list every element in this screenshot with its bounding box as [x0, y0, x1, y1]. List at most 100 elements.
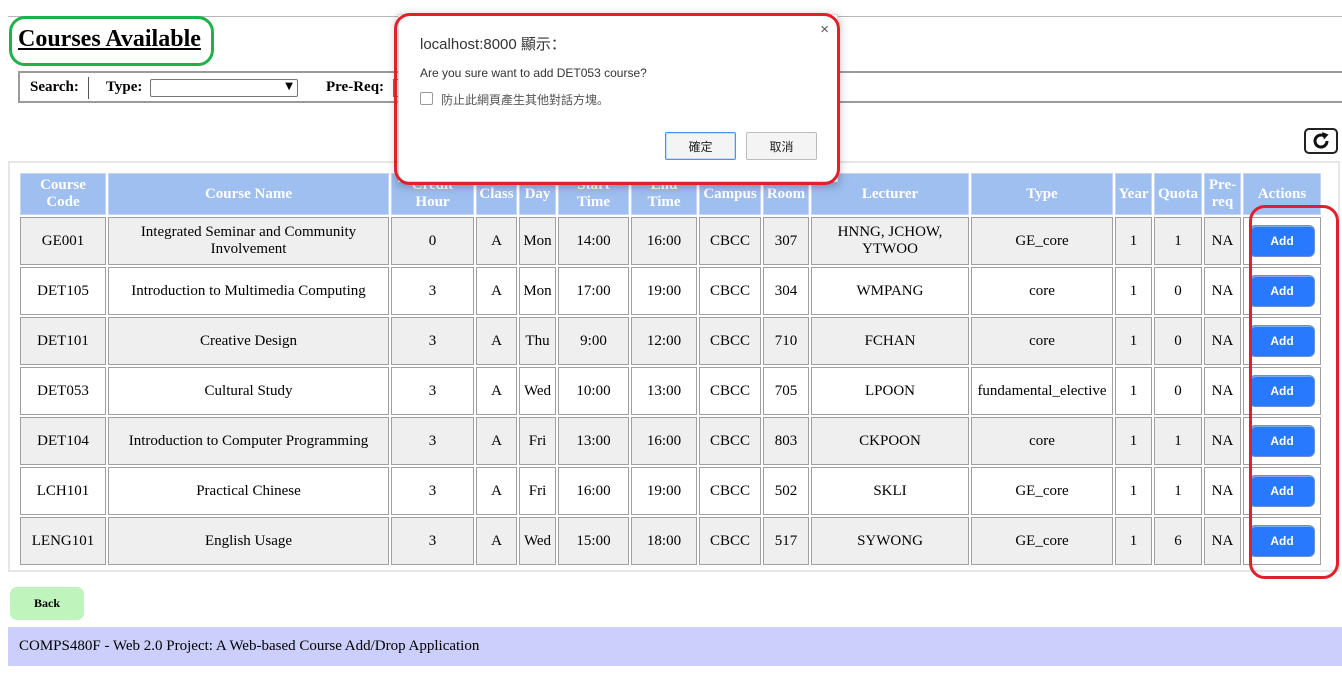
prereq-cell: NA	[1204, 367, 1241, 415]
lecturer-cell: CKPOON	[811, 417, 969, 465]
end-time-cell: 19:00	[631, 267, 697, 315]
quota-cell: 1	[1154, 217, 1202, 265]
start-time-cell: 10:00	[558, 367, 629, 415]
type-label: Type:	[106, 79, 143, 95]
footer: COMPS480F - Web 2.0 Project: A Web-based…	[8, 627, 1342, 666]
credit-hour-cell: 3	[391, 467, 474, 515]
type-select[interactable]: ▼	[150, 79, 298, 97]
add-course-button[interactable]: Add	[1250, 276, 1314, 306]
add-course-button[interactable]: Add	[1250, 376, 1314, 406]
quota-cell: 0	[1154, 267, 1202, 315]
column-header: Type	[971, 173, 1113, 215]
course-name-cell: Creative Design	[108, 317, 389, 365]
suppress-dialogs-checkbox[interactable]	[420, 92, 433, 105]
column-header: Actions	[1243, 173, 1321, 215]
column-header: Pre-req	[1204, 173, 1241, 215]
dialog-message: Are you sure want to add DET053 course?	[420, 66, 647, 80]
course-code-cell: DET104	[20, 417, 106, 465]
column-header: Course Name	[108, 173, 389, 215]
day-cell: Thu	[519, 317, 556, 365]
actions-cell: Add	[1243, 317, 1321, 365]
actions-cell: Add	[1243, 467, 1321, 515]
table-row: DET105 Introduction to Multimedia Computi…	[20, 267, 1321, 315]
year-cell: 1	[1115, 517, 1152, 565]
class-cell: A	[476, 217, 517, 265]
add-course-button[interactable]: Add	[1250, 326, 1314, 356]
room-cell: 710	[763, 317, 809, 365]
suppress-dialogs-label[interactable]: 防止此網頁產生其他對話方塊。	[441, 91, 609, 108]
prereq-cell: NA	[1204, 267, 1241, 315]
dialog-title: localhost:8000 顯示：	[420, 36, 566, 53]
ok-button[interactable]: 確定	[665, 132, 736, 160]
start-time-cell: 14:00	[558, 217, 629, 265]
course-code-cell: LENG101	[20, 517, 106, 565]
room-cell: 705	[763, 367, 809, 415]
year-cell: 1	[1115, 467, 1152, 515]
year-cell: 1	[1115, 367, 1152, 415]
back-button[interactable]: Back	[10, 587, 84, 620]
course-name-cell: Practical Chinese	[108, 467, 389, 515]
end-time-cell: 18:00	[631, 517, 697, 565]
credit-hour-cell: 3	[391, 517, 474, 565]
start-time-cell: 13:00	[558, 417, 629, 465]
refresh-button[interactable]	[1304, 128, 1338, 154]
type-cell: core	[971, 417, 1113, 465]
credit-hour-cell: 3	[391, 317, 474, 365]
campus-cell: CBCC	[699, 467, 761, 515]
search-label: Search:	[30, 79, 79, 95]
quota-cell: 0	[1154, 367, 1202, 415]
type-cell: GE_core	[971, 517, 1113, 565]
type-cell: core	[971, 317, 1113, 365]
chevron-down-icon: ▼	[285, 81, 293, 92]
year-cell: 1	[1115, 417, 1152, 465]
end-time-cell: 13:00	[631, 367, 697, 415]
cancel-button[interactable]: 取消	[746, 132, 817, 160]
type-cell: GE_core	[971, 217, 1113, 265]
class-cell: A	[476, 517, 517, 565]
campus-cell: CBCC	[699, 267, 761, 315]
prereq-cell: NA	[1204, 317, 1241, 365]
class-cell: A	[476, 267, 517, 315]
day-cell: Wed	[519, 517, 556, 565]
course-code-cell: GE001	[20, 217, 106, 265]
end-time-cell: 19:00	[631, 467, 697, 515]
quota-cell: 1	[1154, 467, 1202, 515]
lecturer-cell: SYWONG	[811, 517, 969, 565]
column-header: Quota	[1154, 173, 1202, 215]
course-code-cell: DET053	[20, 367, 106, 415]
course-name-cell: Introduction to Computer Programming	[108, 417, 389, 465]
room-cell: 304	[763, 267, 809, 315]
refresh-icon	[1313, 132, 1329, 149]
add-course-button[interactable]: Add	[1250, 226, 1314, 256]
add-course-button[interactable]: Add	[1250, 476, 1314, 506]
course-code-cell: DET101	[20, 317, 106, 365]
actions-cell: Add	[1243, 267, 1321, 315]
lecturer-cell: WMPANG	[811, 267, 969, 315]
table-row: LENG101 English Usage 3 A Wed 15:00 18:00 CBCC 5…	[20, 517, 1321, 565]
type-cell: GE_core	[971, 467, 1113, 515]
start-time-cell: 15:00	[558, 517, 629, 565]
add-course-button[interactable]: Add	[1250, 426, 1314, 456]
room-cell: 307	[763, 217, 809, 265]
course-name-cell: English Usage	[108, 517, 389, 565]
campus-cell: CBCC	[699, 417, 761, 465]
credit-hour-cell: 3	[391, 367, 474, 415]
room-cell: 803	[763, 417, 809, 465]
room-cell: 517	[763, 517, 809, 565]
quota-cell: 0	[1154, 317, 1202, 365]
year-cell: 1	[1115, 267, 1152, 315]
start-time-cell: 16:00	[558, 467, 629, 515]
lecturer-cell: LPOON	[811, 367, 969, 415]
quota-cell: 6	[1154, 517, 1202, 565]
column-header: Course Code	[20, 173, 106, 215]
day-cell: Fri	[519, 417, 556, 465]
credit-hour-cell: 0	[391, 217, 474, 265]
add-course-button[interactable]: Add	[1250, 526, 1314, 556]
courses-table: Course Code Course Name Credit Hour Class Da…	[18, 171, 1323, 567]
course-code-cell: LCH101	[20, 467, 106, 515]
course-name-cell: Integrated Seminar and Community Involve…	[108, 217, 389, 265]
prereq-cell: NA	[1204, 417, 1241, 465]
class-cell: A	[476, 317, 517, 365]
campus-cell: CBCC	[699, 517, 761, 565]
close-icon[interactable]: ×	[820, 21, 829, 38]
